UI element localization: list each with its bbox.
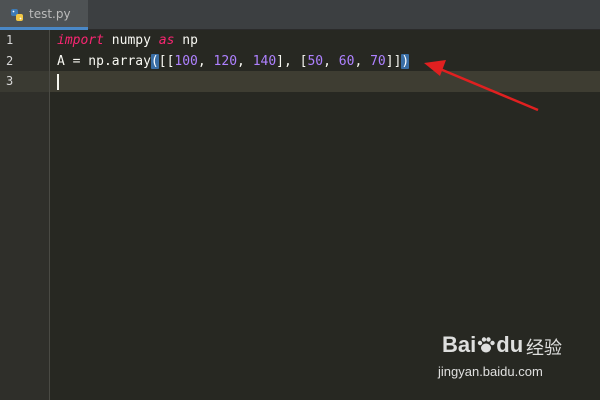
separator: ,	[237, 54, 253, 69]
keyword-as: as	[158, 33, 175, 48]
line-number: 1	[6, 33, 14, 47]
baidu-jingyan-watermark: Bai du 经验 jingyan.baidu.com	[438, 332, 578, 388]
number-literal: 140	[252, 54, 277, 69]
tab-filename: test.py	[29, 6, 71, 21]
watermark-chinese: 经验	[526, 338, 562, 359]
tab-bar: test.py	[0, 0, 600, 30]
bracket-close: ]]	[385, 54, 402, 69]
tab-test-py[interactable]: test.py	[0, 0, 88, 30]
watermark-brand: Bai du	[442, 332, 523, 358]
number-literal: 100	[174, 54, 198, 69]
number-literal: 70	[370, 54, 386, 69]
module-name: numpy	[103, 33, 159, 48]
close-paren-highlight: )	[401, 54, 410, 69]
open-paren-highlight: (	[150, 54, 159, 69]
watermark-url: jingyan.baidu.com	[438, 364, 543, 379]
number-literal: 60	[338, 54, 355, 69]
line-number: 2	[6, 54, 14, 68]
number-literal: 120	[213, 54, 238, 69]
current-line-highlight	[50, 71, 600, 92]
bracket-middle: ], [	[276, 54, 308, 69]
code-line-1: import numpy as np	[57, 30, 198, 51]
editor-window: test.py 1 2 3 import numpy as np A = np.…	[0, 0, 600, 400]
separator: ,	[323, 54, 339, 69]
text-caret	[57, 74, 59, 90]
line-number: 3	[6, 74, 14, 88]
paw-icon	[478, 337, 495, 353]
code-line-2: A = np.array([[100, 120, 140], [50, 60, …	[57, 51, 410, 72]
separator: ,	[197, 54, 214, 69]
keyword-import: import	[57, 33, 104, 48]
module-alias: np	[174, 33, 198, 48]
number-literal: 50	[307, 54, 324, 69]
bracket-open: [[	[158, 54, 175, 69]
watermark-brand-tail: du	[496, 332, 524, 357]
watermark-brand-head: Bai	[442, 332, 477, 357]
assignment-prefix: A = np.array	[57, 54, 151, 69]
separator: ,	[354, 54, 371, 69]
line-number-gutter: 1 2 3	[0, 30, 50, 400]
python-file-icon	[10, 7, 24, 21]
